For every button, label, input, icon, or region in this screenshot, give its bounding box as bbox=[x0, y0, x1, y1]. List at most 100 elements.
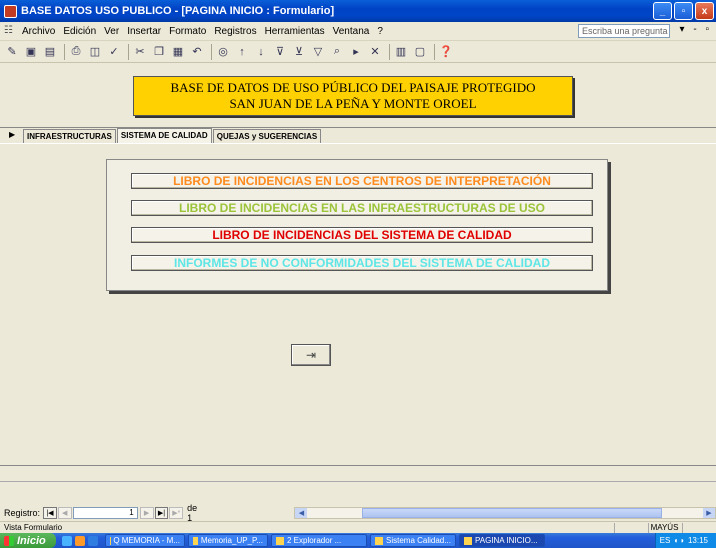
tab-infraestructuras[interactable]: INFRAESTRUCTURAS bbox=[23, 129, 116, 143]
horizontal-scrollbar[interactable]: ◀ ▶ bbox=[294, 507, 716, 519]
undo-icon[interactable]: ↶ bbox=[189, 44, 205, 60]
menu-edicion[interactable]: Edición bbox=[63, 26, 96, 37]
view-icon[interactable]: ✎ bbox=[4, 44, 20, 60]
document-window-controls[interactable]: ▾ - ▫ bbox=[680, 24, 712, 35]
start-label: Inicio bbox=[17, 534, 46, 547]
folder-icon bbox=[276, 536, 284, 545]
form-area: BASE DE DATOS DE USO PÚBLICO DEL PAISAJE… bbox=[0, 63, 716, 505]
menu-insertar[interactable]: Insertar bbox=[127, 26, 161, 37]
toolbar-separator bbox=[211, 43, 212, 60]
filter-form-icon[interactable]: ⊻ bbox=[291, 44, 307, 60]
form-footer-line bbox=[0, 481, 716, 482]
window-title: BASE DATOS USO PUBLICO - [PAGINA INICIO … bbox=[21, 5, 335, 17]
menu-herramientas[interactable]: Herramientas bbox=[265, 26, 325, 37]
task-memoria-m[interactable]: Q MEMORIA - M... bbox=[105, 534, 185, 547]
scroll-thumb[interactable] bbox=[362, 508, 663, 518]
hyperlink-icon[interactable]: ◎ bbox=[215, 44, 231, 60]
window-icon bbox=[193, 536, 198, 545]
scroll-right-icon[interactable]: ▶ bbox=[702, 508, 715, 518]
filter-selection-icon[interactable]: ⊽ bbox=[272, 44, 288, 60]
quick-launch bbox=[62, 535, 101, 546]
new-record-icon[interactable]: ▸ bbox=[348, 44, 364, 60]
next-record-button[interactable]: ▶ bbox=[139, 507, 154, 519]
record-label: Registro: bbox=[4, 508, 41, 518]
status-cell bbox=[682, 522, 714, 533]
task-sistema-calidad[interactable]: Sistema Calidad... bbox=[370, 534, 456, 547]
libro-incidencias-infraestructuras-button[interactable]: LIBRO DE INCIDENCIAS EN LAS INFRAESTRUCT… bbox=[131, 200, 593, 216]
header-line-1: BASE DE DATOS DE USO PÚBLICO DEL PAISAJE… bbox=[170, 80, 536, 95]
tab-strip: INFRAESTRUCTURAS SISTEMA DE CALIDAD QUEJ… bbox=[23, 128, 322, 144]
toolbar-separator bbox=[389, 43, 390, 60]
last-record-button[interactable]: ▶| bbox=[154, 507, 169, 519]
task-memoria-up[interactable]: Memoria_UP_P... bbox=[188, 534, 268, 547]
print-icon[interactable]: ⎙ bbox=[68, 44, 84, 60]
close-button[interactable]: x bbox=[695, 2, 714, 20]
exit-button[interactable]: ⇥ bbox=[291, 344, 331, 366]
libro-incidencias-sistema-calidad-button[interactable]: LIBRO DE INCIDENCIAS DEL SISTEMA DE CALI… bbox=[131, 227, 593, 243]
first-record-button[interactable]: |◀ bbox=[43, 507, 57, 519]
media-icon[interactable] bbox=[75, 535, 85, 546]
new-object-icon[interactable]: ▢ bbox=[412, 44, 428, 60]
find-icon[interactable]: ⌕ bbox=[329, 44, 345, 60]
sort-descending-icon[interactable]: ↓ bbox=[253, 44, 269, 60]
toolbar-separator bbox=[64, 43, 65, 60]
menu-registros[interactable]: Registros bbox=[214, 26, 256, 37]
save-icon[interactable]: ▣ bbox=[23, 44, 39, 60]
restore-button[interactable]: ▫ bbox=[674, 2, 693, 20]
new-record-nav-button[interactable]: ▶* bbox=[169, 507, 184, 519]
informes-no-conformidades-button[interactable]: INFORMES DE NO CONFORMIDADES DEL SISTEMA… bbox=[131, 255, 593, 271]
title-bar: BASE DATOS USO PUBLICO - [PAGINA INICIO … bbox=[0, 0, 716, 22]
cut-icon[interactable]: ✂ bbox=[132, 44, 148, 60]
tray-icons[interactable]: ◐◑ bbox=[674, 536, 684, 545]
status-bar: Vista Formulario MAYÚS bbox=[0, 521, 716, 533]
access-icon bbox=[464, 536, 472, 545]
menu-grip-icon: ☷ bbox=[4, 25, 13, 36]
spelling-icon[interactable]: ✓ bbox=[106, 44, 122, 60]
copy-icon[interactable]: ❐ bbox=[151, 44, 167, 60]
taskbar: Inicio Q MEMORIA - M... Memoria_UP_P... … bbox=[0, 533, 716, 548]
task-explorador[interactable]: 2 Explorador ... bbox=[271, 534, 367, 547]
record-selector-icon[interactable]: ▶ bbox=[9, 130, 21, 142]
help-icon[interactable]: ❓ bbox=[438, 44, 454, 60]
menu-ventana[interactable]: Ventana bbox=[333, 26, 370, 37]
toolbar: ✎ ▣ ▤ ⎙ ◫ ✓ ✂ ❐ ▦ ↶ ◎ ↑ ↓ ⊽ ⊻ ▽ ⌕ ▸ ✕ ▥ … bbox=[0, 41, 716, 63]
header-line-2: SAN JUAN DE LA PEÑA Y MONTE OROEL bbox=[229, 96, 477, 111]
database-window-icon[interactable]: ▥ bbox=[393, 44, 409, 60]
menu-formato[interactable]: Formato bbox=[169, 26, 206, 37]
sort-ascending-icon[interactable]: ↑ bbox=[234, 44, 250, 60]
toolbar-separator bbox=[434, 43, 435, 60]
window-icon bbox=[375, 536, 383, 545]
menu-help[interactable]: ? bbox=[377, 26, 383, 37]
language-indicator[interactable]: ES bbox=[660, 536, 671, 545]
form-bottom-line bbox=[0, 465, 716, 466]
print-preview-icon[interactable]: ◫ bbox=[87, 44, 103, 60]
browser-icon[interactable] bbox=[88, 535, 98, 546]
minimize-button[interactable]: _ bbox=[653, 2, 672, 20]
toolbar-separator bbox=[128, 43, 129, 60]
task-pagina-inicio[interactable]: PAGINA INICIO... bbox=[459, 534, 545, 547]
desktop-icon[interactable] bbox=[62, 535, 72, 546]
status-text: Vista Formulario bbox=[4, 523, 63, 532]
button-panel: LIBRO DE INCIDENCIAS EN LOS CENTROS DE I… bbox=[106, 159, 608, 291]
delete-record-icon[interactable]: ✕ bbox=[367, 44, 383, 60]
menu-archivo[interactable]: Archivo bbox=[22, 26, 55, 37]
tab-border bbox=[0, 143, 716, 144]
start-button[interactable]: Inicio bbox=[0, 533, 56, 548]
apply-filter-icon[interactable]: ▽ bbox=[310, 44, 326, 60]
tab-sistema-de-calidad[interactable]: SISTEMA DE CALIDAD bbox=[116, 128, 212, 143]
status-cell bbox=[614, 522, 646, 533]
previous-record-button[interactable]: ◀ bbox=[57, 507, 72, 519]
access-app-icon bbox=[4, 4, 17, 18]
menu-ver[interactable]: Ver bbox=[104, 26, 119, 37]
paste-icon[interactable]: ▦ bbox=[170, 44, 186, 60]
system-tray: ES ◐◑ 13:15 bbox=[654, 533, 716, 548]
scroll-left-icon[interactable]: ◀ bbox=[295, 508, 308, 518]
record-number-field[interactable]: 1 bbox=[72, 507, 138, 519]
record-count: de 1 bbox=[187, 503, 198, 523]
tab-quejas-sugerencias[interactable]: QUEJAS y SUGERENCIAS bbox=[212, 129, 322, 143]
libro-incidencias-centros-button[interactable]: LIBRO DE INCIDENCIAS EN LOS CENTROS DE I… bbox=[131, 173, 593, 189]
exit-door-icon: ⇥ bbox=[305, 348, 317, 362]
search-file-icon[interactable]: ▤ bbox=[42, 44, 58, 60]
help-search-input[interactable]: Escriba una pregunta bbox=[578, 24, 670, 38]
menu-bar: ☷ Archivo Edición Ver Insertar Formato R… bbox=[0, 22, 716, 41]
